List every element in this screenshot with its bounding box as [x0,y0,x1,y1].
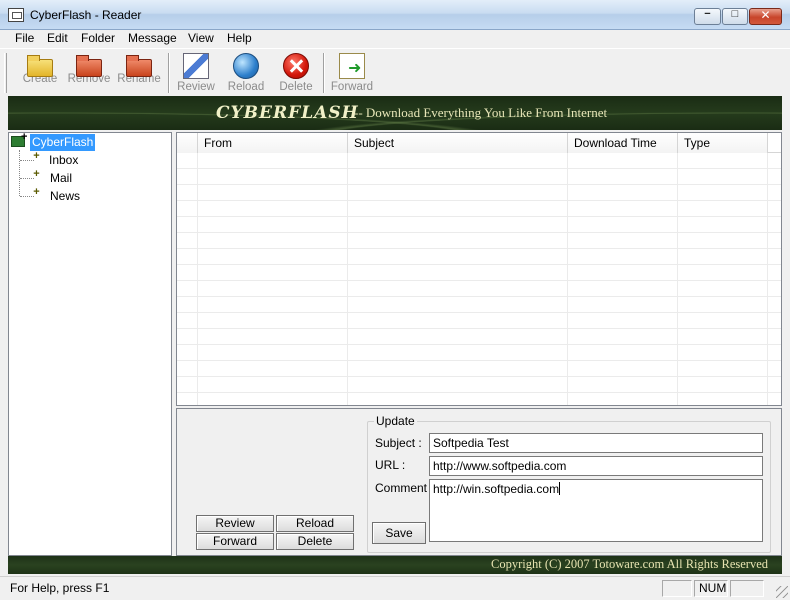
tree-connector [19,150,20,196]
close-icon: ✕ [760,8,771,22]
toolbar: Create Remove Rename Review Reload Delet… [0,48,790,96]
delete-label: Delete [279,81,313,93]
text-caret [559,482,561,495]
rename-button[interactable]: Rename [113,51,165,95]
subject-label: Subject : [375,436,422,450]
save-button[interactable]: Save [372,522,426,544]
minimize-button[interactable]: − [694,8,721,25]
menu-folder[interactable]: Folder [81,31,115,45]
status-help-text: For Help, press F1 [10,581,110,595]
menu-view[interactable]: View [188,31,214,45]
status-pane-num: NUM [694,580,728,597]
banner-tagline: -- Download Everything You Like From Int… [354,105,608,120]
column-header-type[interactable]: Type [678,133,768,153]
subject-field[interactable]: Softpedia Test [429,433,763,453]
create-button[interactable]: Create [14,51,66,95]
menu-edit[interactable]: Edit [47,31,68,45]
folder-tree[interactable]: CyberFlash Inbox Mail News [8,131,172,556]
comment-label: Comment : [375,481,434,495]
expand-icon[interactable] [32,152,41,161]
globe-icon [233,53,259,79]
tree-item-news[interactable]: News [50,189,80,203]
title-bar: CyberFlash - Reader − □ ✕ [0,0,790,30]
status-bar: For Help, press F1 NUM [0,576,790,600]
remove-button[interactable]: Remove [63,51,115,95]
banner: CYBERFLASH -- Download Everything You Li… [8,96,782,130]
url-label: URL : [375,458,406,472]
banner-title: CYBERFLASH [216,103,359,123]
status-pane-scroll [730,580,764,597]
reload-label: Reload [227,81,265,93]
copyright-text: Copyright (C) 2007 Totoware.com All Righ… [491,557,768,571]
grid-line [567,153,568,405]
list-header: From Subject Download Time Type [177,133,781,153]
delete-icon [283,53,309,79]
review-action-button[interactable]: Review [196,515,274,532]
comment-value: http://win.softpedia.com [433,482,560,496]
toolbar-separator [323,53,325,93]
maximize-icon: □ [731,8,739,20]
forward-icon [339,53,365,79]
grid-line [197,153,198,405]
review-button[interactable]: Review [170,51,222,95]
grid-line [347,153,348,405]
expand-icon[interactable] [32,170,41,179]
grid-line [767,153,768,405]
details-panel: Review Reload Forward Delete Update Subj… [176,408,782,556]
folder-rename-icon [126,55,152,77]
root-folder-icon [11,131,27,147]
copyright-strip: Copyright (C) 2007 Totoware.com All Righ… [8,556,782,574]
status-pane-caps [662,580,692,597]
folder-remove-icon [76,55,102,77]
url-value: http://www.softpedia.com [433,459,567,473]
app-icon[interactable] [8,8,24,22]
reload-action-button[interactable]: Reload [276,515,354,532]
column-header-download-time[interactable]: Download Time [568,133,678,153]
update-group-legend: Update [374,414,417,428]
update-group: Update Subject : Softpedia Test URL : ht… [367,414,771,553]
tree-root-cyberflash[interactable]: CyberFlash [30,134,96,151]
delete-button[interactable]: Delete [270,51,322,95]
forward-action-button[interactable]: Forward [196,533,274,550]
url-field[interactable]: http://www.softpedia.com [429,456,763,476]
grid-line [677,153,678,405]
expand-icon[interactable] [32,188,41,197]
subject-value: Softpedia Test [433,436,509,450]
pen-icon [183,53,209,79]
column-header-from[interactable]: From [198,133,348,153]
comment-field[interactable]: http://win.softpedia.com [429,479,763,542]
column-header-subject[interactable]: Subject [348,133,568,153]
maximize-button[interactable]: □ [722,8,748,25]
forward-label: Forward [330,81,374,93]
review-label: Review [177,81,215,93]
folder-icon [27,55,53,77]
menu-bar: File Edit Folder Message View Help [0,30,790,48]
tree-item-mail[interactable]: Mail [50,171,72,185]
tree-item-inbox[interactable]: Inbox [49,153,78,167]
toolbar-grip[interactable] [4,53,7,93]
minimize-icon: − [704,8,711,20]
window-title: CyberFlash - Reader [30,8,142,22]
menu-message[interactable]: Message [128,31,177,45]
resize-grip[interactable] [776,586,788,598]
message-list[interactable]: From Subject Download Time Type [176,132,782,406]
menu-file[interactable]: File [15,31,34,45]
reload-button[interactable]: Reload [220,51,272,95]
column-header-blank[interactable] [177,133,198,153]
forward-button[interactable]: Forward [326,51,378,95]
delete-action-button[interactable]: Delete [276,533,354,550]
list-rows [177,153,781,405]
menu-help[interactable]: Help [227,31,252,45]
close-button[interactable]: ✕ [749,8,782,25]
